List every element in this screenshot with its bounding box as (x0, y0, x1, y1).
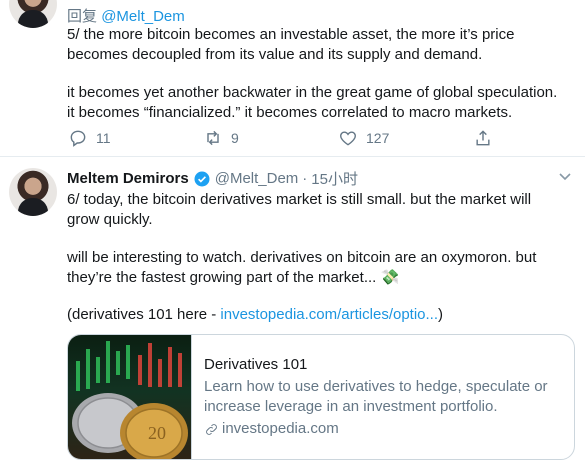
card-title: Derivatives 101 (204, 356, 308, 373)
tweet-header: Meltem Demirors @Melt_Dem · 15小时 (67, 168, 358, 189)
text-suffix: ) (438, 306, 444, 323)
user-handle[interactable]: @Melt_Dem (215, 170, 299, 187)
card-description: Learn how to use derivatives to hedge, s… (204, 378, 548, 415)
timestamp[interactable]: 15小时 (311, 168, 358, 189)
article-link[interactable]: investopedia.com/articles/optio... (220, 306, 438, 323)
card-body: Derivatives 101 Learn how to use derivat… (204, 355, 564, 439)
tweet-6[interactable]: Meltem Demirors @Melt_Dem · 15小时 6/ toda… (0, 0, 585, 467)
tweet-text: will be interesting to watch. derivative… (67, 249, 537, 286)
chevron-down-icon[interactable] (557, 168, 573, 184)
card-domain: investopedia.com (222, 420, 339, 437)
text-prefix: (derivatives 101 here - (67, 306, 221, 323)
avatar[interactable] (9, 168, 57, 216)
coins-chart-image: 20 (72, 341, 188, 459)
card-domain-row: investopedia.com (204, 419, 564, 439)
meta-separator: · (302, 170, 308, 187)
tweet-text: (derivatives 101 here - investopedia.com… (67, 305, 577, 325)
link-preview-card[interactable]: 20 Derivatives 101 Learn how to use deri… (67, 334, 575, 460)
display-name[interactable]: Meltem Demirors (67, 170, 189, 187)
link-icon (206, 423, 217, 435)
svg-text:20: 20 (148, 423, 166, 443)
card-thumbnail: 20 (68, 335, 192, 459)
tweet-text: 6/ today, the bitcoin derivatives market… (67, 191, 532, 228)
verified-badge-icon (194, 171, 210, 186)
